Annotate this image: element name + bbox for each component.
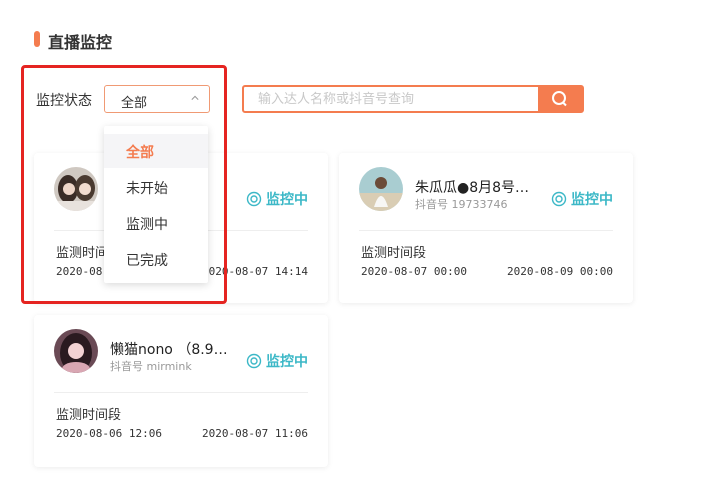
divider <box>359 230 613 231</box>
period-end: 2020-08-09 00:00 <box>507 265 613 278</box>
search-icon <box>552 91 567 107</box>
status-badge: 监控中 <box>246 191 308 208</box>
status-filter-label: 监控状态 <box>36 93 92 109</box>
card-name: 朱瓜瓜●8月8号… <box>415 180 530 196</box>
dropdown-option-not-started[interactable]: 未开始 <box>104 170 208 204</box>
status-text: 监控中 <box>266 354 308 370</box>
dropdown-option-all[interactable]: 全部 <box>104 134 208 168</box>
status-text: 监控中 <box>571 192 613 208</box>
avatar <box>359 167 403 211</box>
monitor-icon <box>246 353 262 369</box>
monitor-card[interactable]: 懒猫nono （8.9… 抖音号 mirmink 监控中 监测时间段 2020-… <box>34 315 328 467</box>
status-text: 监控中 <box>266 192 308 208</box>
status-badge: 监控中 <box>551 191 613 208</box>
card-name: 懒猫nono （8.9… <box>110 342 228 358</box>
monitor-icon <box>551 191 567 207</box>
monitor-card[interactable]: 朱瓜瓜●8月8号… 抖音号 19733746 监控中 监测时间段 2020-08… <box>339 153 633 303</box>
period-start: 2020-08- <box>56 265 109 278</box>
page-title: 直播监控 <box>48 33 113 52</box>
status-dropdown-menu: 全部 未开始 监测中 已完成 <box>104 126 208 283</box>
search-input[interactable] <box>244 87 539 111</box>
period-start: 2020-08-07 00:00 <box>361 265 467 278</box>
avatar <box>54 329 98 373</box>
card-handle: 抖音号 mirmink <box>110 360 192 373</box>
period-end: 2020-08-07 11:06 <box>202 427 308 440</box>
section-marker <box>34 31 40 47</box>
dropdown-option-completed[interactable]: 已完成 <box>104 242 208 276</box>
status-badge: 监控中 <box>246 353 308 370</box>
search-box <box>242 85 584 113</box>
chevron-up-icon <box>191 95 199 100</box>
status-select-value: 全部 <box>121 96 148 111</box>
monitor-icon <box>246 191 262 207</box>
period-label: 监测时间段 <box>361 246 427 261</box>
divider <box>54 392 308 393</box>
period-start: 2020-08-06 12:06 <box>56 427 162 440</box>
period-end: 2020-08-07 14:14 <box>202 265 308 278</box>
avatar <box>54 167 98 211</box>
dropdown-option-monitoring[interactable]: 监测中 <box>104 206 208 240</box>
search-button[interactable] <box>538 87 582 111</box>
status-select[interactable]: 全部 <box>104 85 210 113</box>
period-label: 监测时间段 <box>56 408 122 423</box>
card-handle: 抖音号 19733746 <box>415 198 508 211</box>
